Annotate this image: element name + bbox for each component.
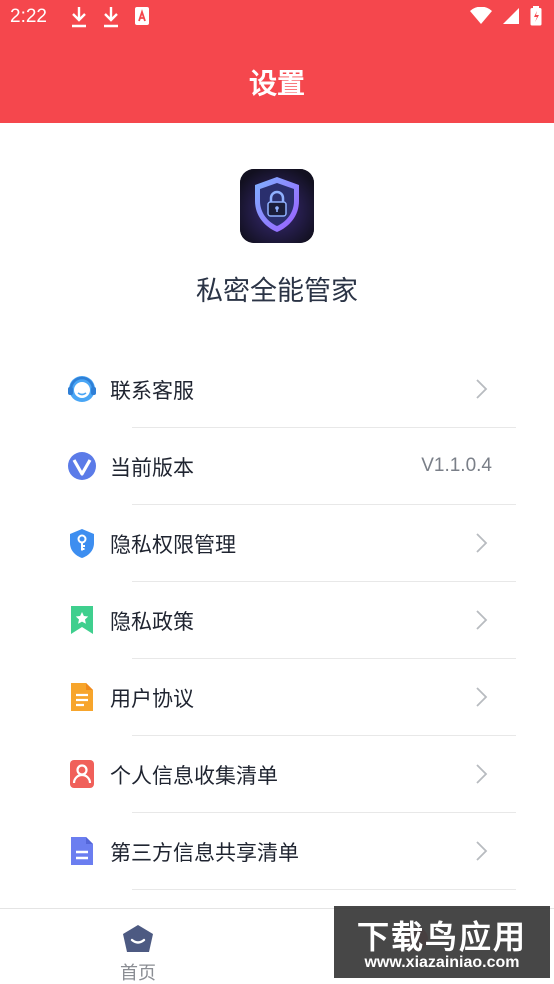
shield-lock-icon bbox=[240, 169, 314, 243]
nav-home-tab[interactable]: 首页 bbox=[108, 923, 168, 984]
user-agreement-icon bbox=[71, 683, 93, 711]
chevron-right-icon bbox=[476, 379, 488, 399]
watermark-url: www.xiazainiao.com bbox=[364, 954, 520, 971]
chevron-right-icon bbox=[476, 610, 488, 630]
page-title: 设置 bbox=[248, 67, 305, 100]
notification-icons bbox=[70, 6, 150, 28]
menu-item-label: 隐私政策 bbox=[110, 610, 194, 634]
download-icon bbox=[104, 7, 118, 28]
chevron-right-icon bbox=[476, 687, 488, 707]
menu-item-third-party-share[interactable]: 第三方信息共享清单 bbox=[0, 813, 554, 890]
menu-item-label: 当前版本 bbox=[110, 456, 194, 480]
menu-item-label: 第三方信息共享清单 bbox=[110, 841, 299, 865]
status-bar: 2:22 bbox=[0, 0, 554, 36]
download-icon bbox=[72, 7, 86, 28]
menu-item-label: 联系客服 bbox=[110, 379, 194, 403]
privacy-policy-icon bbox=[71, 606, 93, 634]
menu-item-label: 隐私权限管理 bbox=[110, 533, 236, 557]
menu-item-customer-service[interactable]: 联系客服 bbox=[0, 351, 554, 428]
chevron-right-icon bbox=[476, 841, 488, 861]
wifi-icon bbox=[470, 7, 492, 24]
menu-item-label: 用户协议 bbox=[110, 687, 194, 711]
menu-item-label: 个人信息收集清单 bbox=[110, 764, 278, 788]
settings-content: 私密全能管家 联系客服 当前版本 V1.1.0.4 隐私权限管理 隐私政策 用户… bbox=[0, 123, 554, 909]
customer-service-icon bbox=[68, 376, 96, 402]
settings-menu: 联系客服 当前版本 V1.1.0.4 隐私权限管理 隐私政策 用户协议 个人信息… bbox=[0, 351, 554, 890]
watermark-text: 下载鸟应用 bbox=[356, 918, 527, 956]
personal-info-icon bbox=[70, 760, 94, 788]
divider bbox=[132, 889, 516, 890]
home-icon bbox=[123, 925, 153, 952]
status-time: 2:22 bbox=[10, 6, 47, 27]
chevron-right-icon bbox=[476, 764, 488, 784]
app-name: 私密全能管家 bbox=[196, 276, 358, 307]
menu-item-privacy-policy[interactable]: 隐私政策 bbox=[0, 582, 554, 659]
version-value: V1.1.0.4 bbox=[421, 455, 492, 476]
battery-icon bbox=[530, 6, 542, 26]
nav-home-label: 首页 bbox=[120, 963, 156, 984]
signal-icon bbox=[503, 8, 519, 24]
third-party-share-icon bbox=[71, 837, 93, 865]
menu-item-version[interactable]: 当前版本 V1.1.0.4 bbox=[0, 428, 554, 505]
version-icon bbox=[68, 452, 96, 480]
privacy-permission-icon bbox=[70, 529, 94, 558]
chevron-right-icon bbox=[476, 533, 488, 553]
system-icons bbox=[470, 6, 542, 26]
menu-item-user-agreement[interactable]: 用户协议 bbox=[0, 659, 554, 736]
app-header: 设置 bbox=[0, 36, 554, 123]
app-logo bbox=[240, 169, 314, 243]
menu-item-personal-info[interactable]: 个人信息收集清单 bbox=[0, 736, 554, 813]
menu-item-privacy-permission[interactable]: 隐私权限管理 bbox=[0, 505, 554, 582]
watermark: 下载鸟应用 www.xiazainiao.com bbox=[334, 906, 550, 978]
app-notification-icon bbox=[135, 7, 149, 25]
